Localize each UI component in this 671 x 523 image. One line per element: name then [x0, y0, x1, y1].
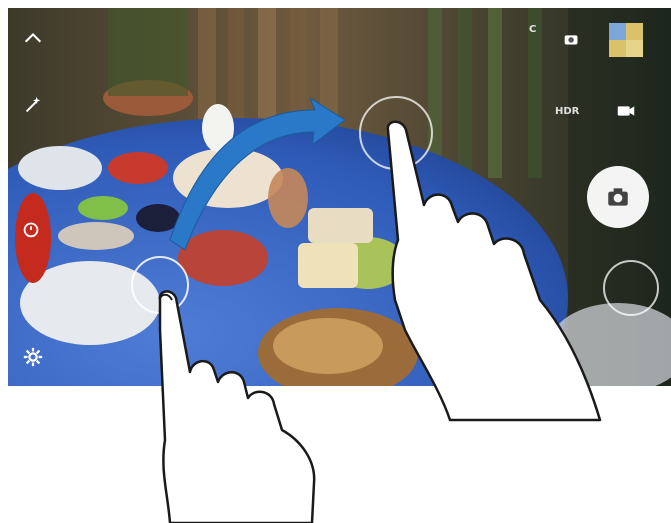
gallery-thumbnail[interactable] [609, 23, 643, 57]
right-control-bar: C HDR [529, 8, 671, 386]
chevron-up-icon[interactable] [20, 26, 46, 52]
camera-shutter-icon [608, 188, 628, 206]
camera-mode-icon[interactable] [559, 26, 585, 52]
left-control-bar [8, 8, 68, 386]
focus-ring-target [359, 96, 433, 170]
magic-wand-icon[interactable] [20, 92, 46, 118]
timer-icon[interactable] [18, 216, 44, 242]
hdr-label[interactable]: HDR [555, 106, 579, 117]
camera-viewfinder[interactable]: C HDR [8, 8, 671, 386]
zoom-handle[interactable] [603, 260, 659, 316]
mode-label: C [529, 24, 537, 35]
shutter-button[interactable] [587, 166, 649, 228]
gear-icon[interactable] [20, 344, 46, 370]
video-record-icon[interactable] [613, 98, 639, 124]
